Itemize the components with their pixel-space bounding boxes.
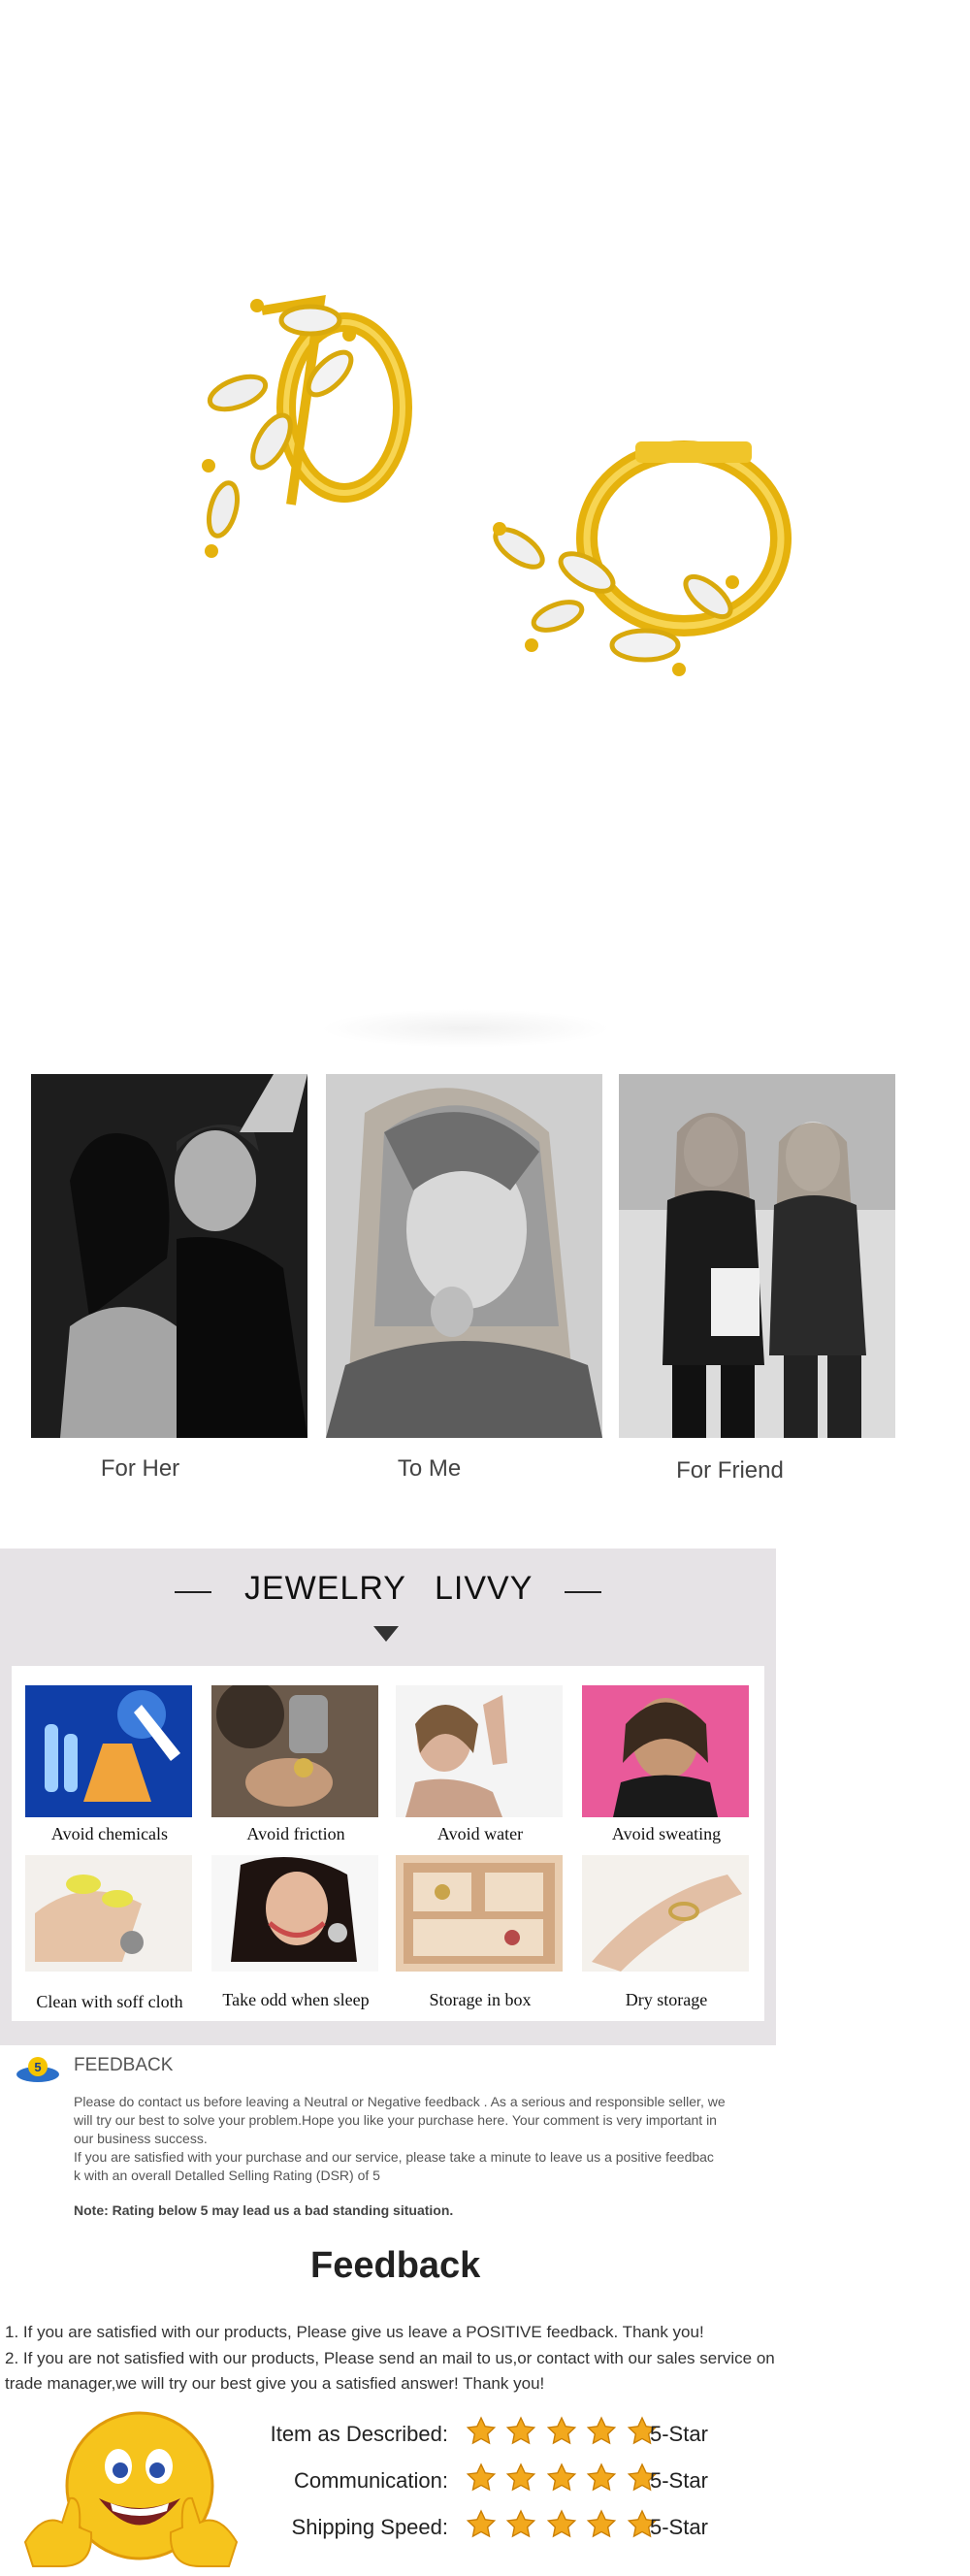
chemicals-photo — [25, 1685, 192, 1817]
feedback-title: Feedback — [310, 2245, 481, 2286]
care-label: Clean with soff cloth — [36, 1992, 183, 2011]
star-icon — [587, 2416, 617, 2445]
feedback-paragraph: will try our best to solve your problem.… — [74, 2112, 717, 2128]
care-label: Avoid water — [436, 1824, 524, 1843]
sleep-photo — [211, 1855, 378, 1972]
care-label: Avoid chemicals — [50, 1824, 169, 1843]
care-title: JEWELRY LIVVY — [175, 1570, 601, 1613]
star-icon — [506, 2416, 536, 2445]
feedback-paragraph: Please do contact us before leaving a Ne… — [74, 2094, 726, 2109]
badge-number: 5 — [34, 2060, 41, 2074]
gift-caption: For Her — [100, 1455, 180, 1482]
water-photo — [396, 1685, 563, 1817]
gift-photo-friends — [619, 1074, 895, 1438]
star-icon — [546, 2416, 577, 2445]
gift-caption: To Me — [397, 1455, 462, 1482]
feedback-line: trade manager,we will try our best give … — [5, 2374, 545, 2393]
care-title-right: LIVVY — [435, 1570, 534, 1607]
rating-label: Communication: — [294, 2468, 448, 2493]
feedback-paragraph: our business success. — [74, 2131, 208, 2146]
feedback-line: 1. If you are satisfied with our product… — [5, 2323, 704, 2341]
care-label: Storage in box — [429, 1990, 532, 2009]
feedback-paragraph: If you are satisfied with your purchase … — [74, 2149, 714, 2165]
care-label: Avoid friction — [246, 1824, 345, 1843]
care-label: Dry storage — [625, 1990, 708, 2009]
rating-value: 5-Star — [650, 2468, 708, 2493]
title-dash-right — [565, 1591, 601, 1593]
star-icon — [466, 2416, 497, 2445]
cleaning-photo — [25, 1855, 192, 1972]
rating-stars — [466, 2509, 663, 2542]
feedback-heading: FEEDBACK — [74, 2055, 174, 2075]
gift-caption: For Friend — [676, 1457, 784, 1484]
triangle-down-icon — [373, 1626, 399, 1642]
friction-photo — [211, 1685, 378, 1817]
rating-label: Shipping Speed: — [291, 2515, 448, 2539]
star-icon — [506, 2462, 536, 2492]
star-icon — [506, 2509, 536, 2538]
dry-storage-photo — [582, 1855, 749, 1972]
star-icon — [587, 2462, 617, 2492]
thumbs-up-emoji-icon — [23, 2406, 239, 2571]
sweating-photo — [582, 1685, 749, 1817]
gift-photo-couple — [31, 1074, 307, 1438]
rating-stars — [466, 2416, 663, 2449]
care-title-left: JEWELRY — [244, 1570, 406, 1607]
star-icon — [546, 2509, 577, 2538]
star-icon — [466, 2462, 497, 2492]
star-icon — [546, 2462, 577, 2492]
rating-value: 5-Star — [650, 2515, 708, 2539]
care-label: Take odd when sleep — [222, 1990, 370, 2009]
product-photo — [0, 0, 970, 970]
gift-photo-woman — [326, 1074, 602, 1438]
title-dash-left — [175, 1591, 211, 1593]
feedback-note: Note: Rating below 5 may lead us a bad s… — [74, 2202, 454, 2218]
care-label: Avoid sweating — [611, 1824, 722, 1843]
gift-divider — [320, 1009, 611, 1048]
star-icon — [587, 2509, 617, 2538]
five-star-badge-icon: 5 — [16, 2055, 60, 2084]
star-icon — [466, 2509, 497, 2538]
rating-label: Item as Described: — [270, 2422, 448, 2446]
feedback-paragraph: k with an overall Detalled Selling Ratin… — [74, 2168, 380, 2183]
left-earring — [202, 294, 412, 558]
rating-stars — [466, 2462, 663, 2495]
feedback-line: 2. If you are not satisfied with our pro… — [5, 2349, 775, 2367]
rating-value: 5-Star — [650, 2422, 708, 2446]
box-photo — [396, 1855, 563, 1972]
right-earring — [493, 440, 792, 676]
